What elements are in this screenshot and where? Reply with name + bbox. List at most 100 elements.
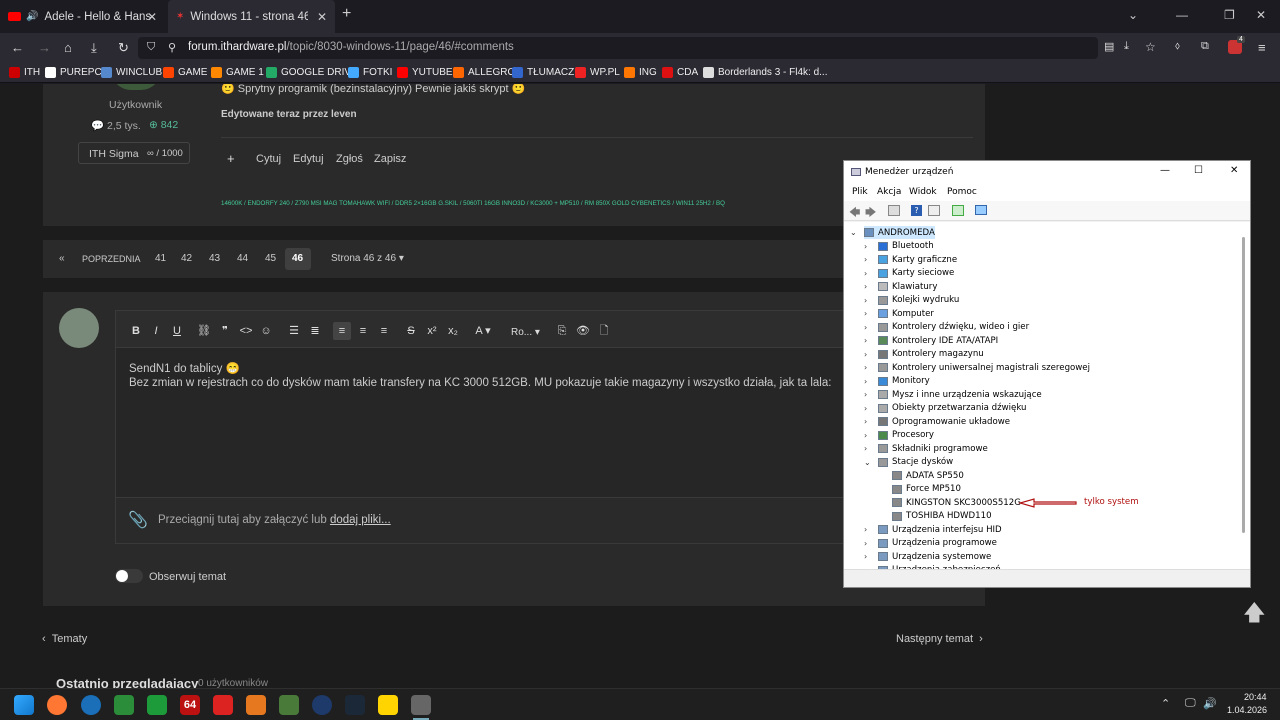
back-icon[interactable]: ← xyxy=(11,40,24,55)
italic-icon[interactable]: I xyxy=(147,322,165,340)
tree-category[interactable]: Oprogramowanie układowe xyxy=(878,415,1010,428)
bookmark-ith[interactable]: ITH xyxy=(9,67,40,78)
bookmark-yutube[interactable]: YUTUBE xyxy=(397,67,453,78)
clock-time[interactable]: 20:44 xyxy=(1244,692,1267,702)
expand-chevron-icon[interactable]: › xyxy=(864,323,867,332)
link-icon[interactable]: ⛓ xyxy=(195,322,213,340)
app-icon-yellow[interactable] xyxy=(378,695,398,715)
tree-category[interactable]: Kontrolery magazynu xyxy=(878,348,984,361)
tree-category[interactable]: Obiekty przetwarzania dźwięku xyxy=(878,402,1026,415)
scroll-top-icon[interactable]: 🡅 xyxy=(1243,596,1266,634)
tree-drive[interactable]: Force MP510 xyxy=(892,483,961,496)
align-center-icon[interactable]: ≡ xyxy=(354,322,372,340)
grid-icon[interactable] xyxy=(928,205,940,216)
page-43[interactable]: 43 xyxy=(209,253,220,264)
back-icon[interactable]: 🡄 xyxy=(849,204,860,223)
tree-category[interactable]: Bluetooth xyxy=(878,240,934,253)
tree-drive[interactable]: TOSHIBA HDWD110 xyxy=(892,510,992,523)
tree-category[interactable]: Urządzenia programowe xyxy=(878,537,997,550)
tree-category[interactable]: Stacje dysków xyxy=(878,456,953,469)
expand-chevron-icon[interactable]: › xyxy=(864,350,867,359)
scrollbar-thumb[interactable] xyxy=(1242,237,1245,533)
align-right-icon[interactable]: ≡ xyxy=(375,322,393,340)
minimize-icon[interactable]: — xyxy=(1176,8,1188,22)
expand-chevron-icon[interactable]: › xyxy=(864,336,867,345)
text-color-icon[interactable]: A ▾ xyxy=(471,322,495,340)
tree-category[interactable]: Mysz i inne urządzenia wskazujące xyxy=(878,388,1042,401)
menu-file[interactable]: Plik xyxy=(852,187,868,197)
tray-chevron-icon[interactable]: ⌃ xyxy=(1161,697,1170,710)
prev-topic-link[interactable]: ‹ Tematy xyxy=(42,633,87,645)
reply-editor[interactable]: B I U ⛓ ❞ <> ☺ ☰ ≣ ≡ ≡ ≡ S x² x₂ A ▾ Ro.… xyxy=(115,310,856,544)
tree-category[interactable]: Kontrolery dźwięku, wideo i gier xyxy=(878,321,1029,334)
page-46-current[interactable]: 46 xyxy=(292,253,303,264)
page-42[interactable]: 42 xyxy=(181,253,192,264)
maximize-icon[interactable]: ☐ xyxy=(1194,165,1203,176)
tree-category[interactable]: Kontrolery uniwersalnej magistrali szere… xyxy=(878,361,1090,374)
new-tab-icon[interactable]: + xyxy=(342,5,351,23)
app-icon-red[interactable] xyxy=(213,695,233,715)
tree-drive[interactable]: ADATA SP550 xyxy=(892,469,964,482)
reload-icon[interactable]: ↻ xyxy=(118,40,129,56)
strikethrough-icon[interactable]: S xyxy=(402,322,420,340)
speaker-icon[interactable]: 🔊 xyxy=(26,11,38,22)
align-left-icon[interactable]: ≡ xyxy=(333,322,351,340)
template-icon[interactable]: ⎘ xyxy=(553,322,571,340)
expand-chevron-icon[interactable]: › xyxy=(864,525,867,534)
home-icon[interactable]: ⌂ xyxy=(64,40,72,55)
puzzle-icon[interactable]: ⧉ xyxy=(1201,40,1209,53)
cpuz-icon[interactable] xyxy=(246,695,266,715)
numbered-list-icon[interactable]: ≣ xyxy=(306,322,324,340)
code-icon[interactable]: <> xyxy=(237,322,255,340)
tree-category[interactable]: Procesory xyxy=(878,429,934,442)
bookmark-wp[interactable]: WP.PL xyxy=(575,67,620,78)
expand-chevron-icon[interactable]: › xyxy=(864,269,867,278)
clock-date[interactable]: 1.04.2026 xyxy=(1227,705,1267,715)
next-topic-link[interactable]: Następny temat › xyxy=(896,633,983,645)
close-tab-icon[interactable]: ✕ xyxy=(317,10,327,24)
tree-category[interactable]: Karty sieciowe xyxy=(878,267,954,280)
expand-chevron-icon[interactable]: › xyxy=(864,282,867,291)
page-41[interactable]: 41 xyxy=(155,253,166,264)
monitor-icon[interactable] xyxy=(975,205,987,215)
tab-adele[interactable]: 🔊 Adele - Hello & Hans Zimm ✕ xyxy=(0,0,165,33)
bookmark-borderlands[interactable]: Borderlands 3 - Fl4k: d... xyxy=(703,67,828,78)
bookmark-fotki[interactable]: FOTKI xyxy=(348,67,392,78)
url-bar[interactable]: ⛉ ⚲ forum.ithardware.pl/topic/8030-windo… xyxy=(138,37,1098,59)
expand-chevron-icon[interactable]: › xyxy=(864,377,867,386)
tree-drive[interactable]: KINGSTON SKC3000S512G xyxy=(892,496,1021,509)
steam-icon[interactable] xyxy=(345,695,365,715)
start-icon[interactable] xyxy=(14,695,34,715)
gpu-icon[interactable] xyxy=(279,695,299,715)
tree-category[interactable]: Kolejki wydruku xyxy=(878,294,959,307)
bookmark-game[interactable]: GAME xyxy=(163,67,207,78)
app-icon-blue[interactable] xyxy=(81,695,101,715)
window-titlebar[interactable]: Menedżer urządzeń — ☐ ✕ xyxy=(844,161,1250,185)
bullet-list-icon[interactable]: ☰ xyxy=(285,322,303,340)
tree-category[interactable]: Monitory xyxy=(878,375,930,388)
aida64-icon[interactable]: 64 xyxy=(180,695,200,715)
minimize-icon[interactable]: — xyxy=(1160,165,1170,176)
document-icon[interactable]: 🗋 xyxy=(595,322,613,340)
save-button[interactable]: Zapisz xyxy=(374,153,406,165)
close-window-icon[interactable]: ✕ xyxy=(1256,8,1266,22)
tree-category[interactable]: Klawiatury xyxy=(878,280,937,293)
properties-icon[interactable] xyxy=(888,205,900,216)
site-info-icon[interactable]: ⚲ xyxy=(168,41,176,54)
menu-help[interactable]: Pomoc xyxy=(947,187,977,197)
expand-chevron-icon[interactable]: › xyxy=(864,255,867,264)
network-icon[interactable]: 🖵 xyxy=(1185,697,1196,710)
bookmark-star-icon[interactable]: ☆ xyxy=(1145,40,1156,54)
expand-chevron-icon[interactable]: › xyxy=(864,309,867,318)
expand-chevron-icon[interactable]: › xyxy=(864,363,867,372)
follow-toggle[interactable] xyxy=(115,569,143,583)
expand-chevron-icon[interactable]: › xyxy=(864,242,867,251)
menu-action[interactable]: Akcja xyxy=(877,187,901,197)
bookmark-allegro[interactable]: ALLEGRO xyxy=(453,67,515,78)
quote-icon[interactable]: ❞ xyxy=(216,322,234,340)
expand-chevron-icon[interactable]: › xyxy=(864,404,867,413)
bookmark-winclub[interactable]: WINCLUB xyxy=(101,67,162,78)
reader-view-icon[interactable]: ▤ xyxy=(1104,40,1114,53)
tree-category[interactable]: Kontrolery IDE ATA/ATAPI xyxy=(878,334,998,347)
emoji-icon[interactable]: ☺ xyxy=(257,322,275,340)
